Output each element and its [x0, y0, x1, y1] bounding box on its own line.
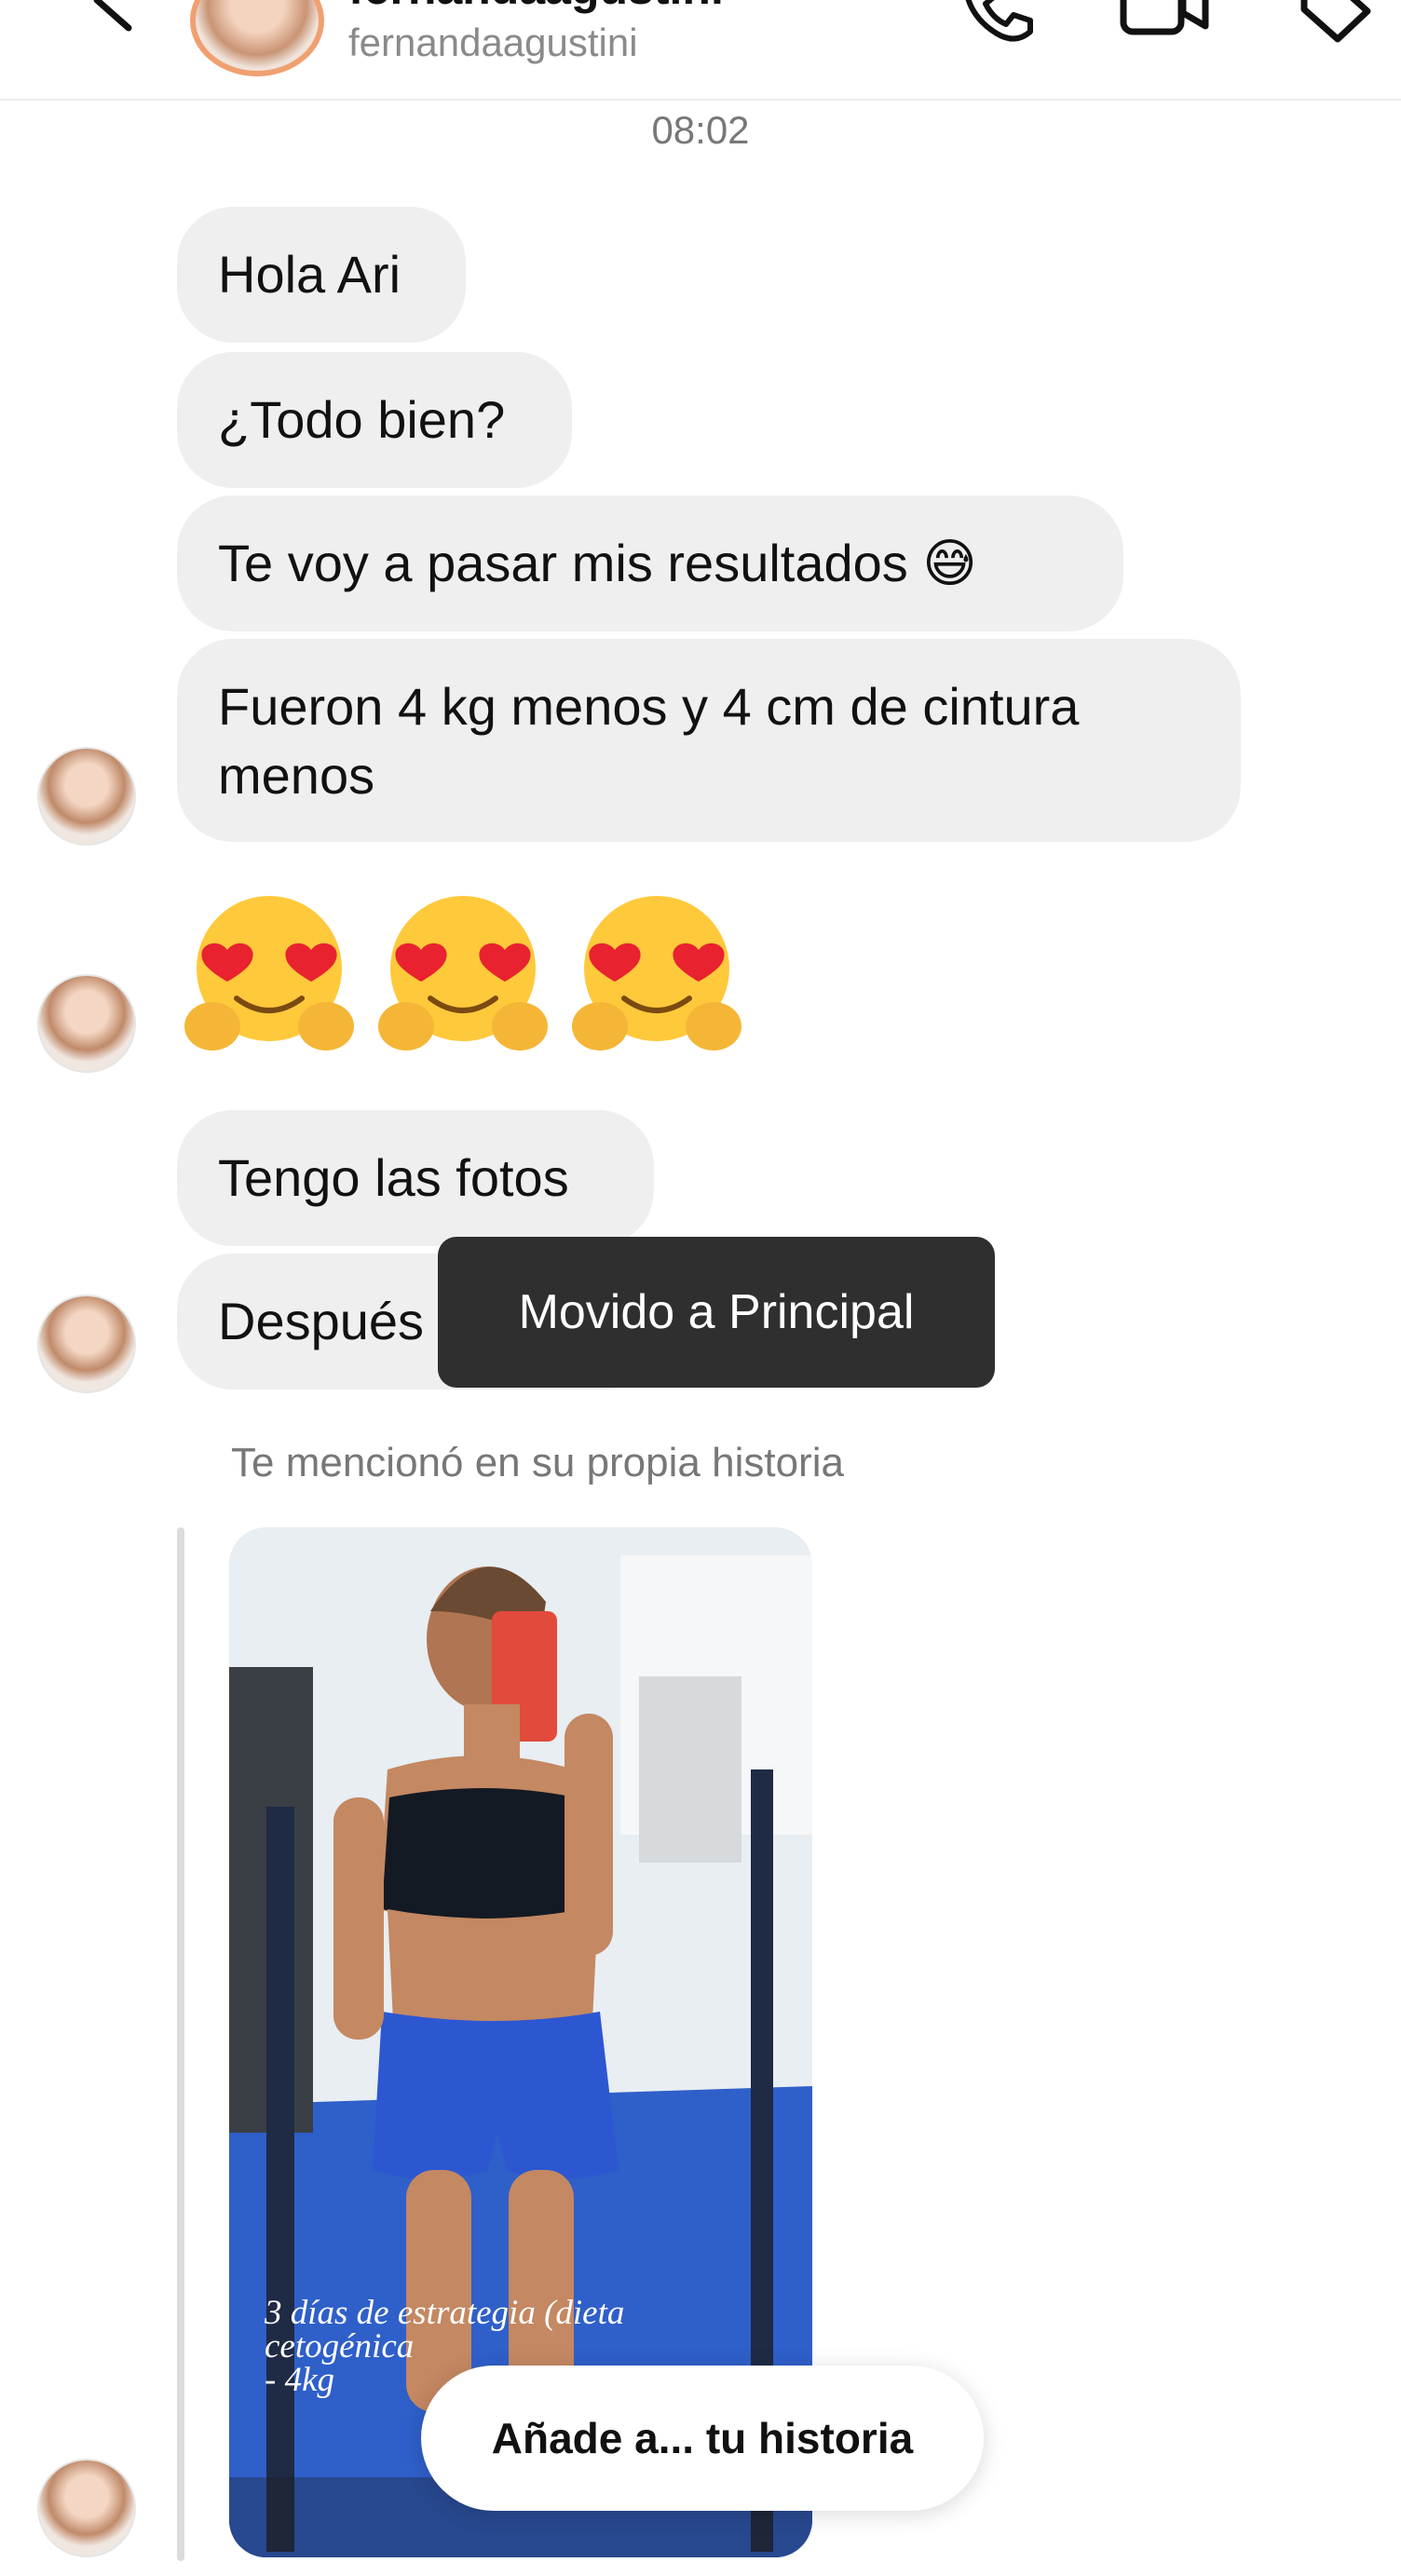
sender-avatar[interactable]: [37, 974, 136, 1073]
video-call-icon[interactable]: [1118, 0, 1211, 39]
hugging-heart-eyes-emoji-icon: [378, 896, 548, 1051]
message-timestamp: 08:02: [651, 108, 750, 152]
reply-line: [177, 1527, 184, 2561]
sender-avatar[interactable]: [37, 2459, 136, 2557]
emoji-message[interactable]: [181, 887, 745, 1064]
contact-name[interactable]: fernandaagustini: [348, 0, 724, 15]
message-bubble[interactable]: Fueron 4 kg menos y 4 cm de cintura meno…: [177, 639, 1241, 842]
chat-header: fernandaagustini fernandaagustini: [0, 0, 1401, 101]
phone-icon[interactable]: [959, 0, 1034, 47]
story-mention-note: Te mencionó en su propia historia: [231, 1440, 844, 1485]
message-bubble[interactable]: ¿Todo bien?: [177, 352, 572, 488]
hugging-heart-eyes-emoji-icon: [572, 896, 741, 1051]
profile-avatar[interactable]: [190, 0, 324, 76]
contact-username[interactable]: fernandaagustini: [348, 20, 638, 65]
moved-toast: Movido a Principal: [438, 1237, 995, 1388]
message-bubble[interactable]: Tengo las fotos: [177, 1110, 654, 1246]
sender-avatar[interactable]: [37, 1295, 136, 1393]
sender-avatar[interactable]: [37, 747, 136, 846]
tag-icon[interactable]: [1295, 0, 1373, 43]
add-to-story-button[interactable]: Añade a... tu historia: [421, 2366, 984, 2511]
message-bubble[interactable]: Hola Ari: [177, 207, 466, 343]
message-bubble[interactable]: Te voy a pasar mis resultados 😅: [177, 495, 1123, 631]
hugging-heart-eyes-emoji-icon: [184, 896, 354, 1051]
back-icon[interactable]: [80, 0, 155, 37]
